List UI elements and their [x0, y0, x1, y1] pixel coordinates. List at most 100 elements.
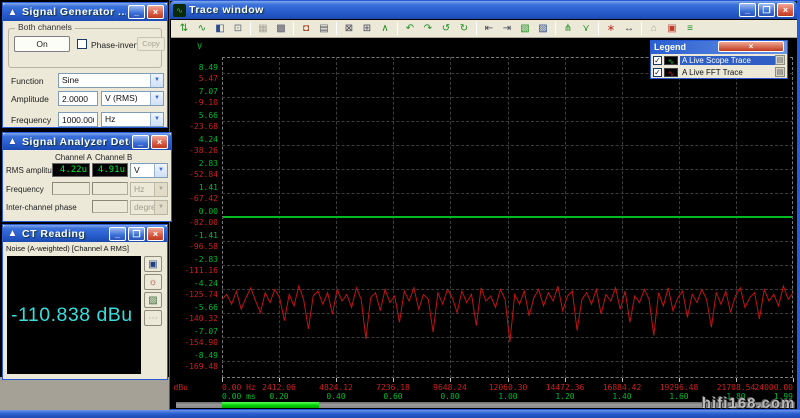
maximize-button[interactable]: ❒	[128, 227, 145, 241]
trace-options-icon[interactable]: ▤	[775, 55, 785, 65]
channel-a-header: Channel A	[55, 153, 92, 162]
legend-item-label[interactable]: A Live Scope Trace	[680, 56, 775, 65]
application-root: ∿ Trace window _ ❒ × ⇅∿◧⊡▦▩◘▤⊠⊞∧↶↷↺↻⇤⇥▧▨…	[0, 0, 800, 418]
trace-options-icon[interactable]: ▤	[775, 67, 785, 77]
x-axis-tick	[622, 378, 623, 382]
frequency-channel-b-field	[92, 182, 128, 195]
pause-button[interactable]: ⋯	[144, 310, 162, 326]
y-axis-label-v: 7.07	[176, 87, 218, 96]
ct-reading-title: CT Reading	[22, 228, 107, 240]
x-axis-label-hz: 9648.24	[418, 383, 482, 392]
frequency-field[interactable]	[58, 112, 98, 127]
phase-field	[92, 200, 128, 213]
x-axis-tick	[222, 378, 223, 382]
generator-on-button[interactable]: On	[14, 36, 70, 52]
x-axis-label-hz: 7236.18	[361, 383, 425, 392]
analyzer-frequency-label: Frequency	[6, 185, 44, 194]
progress-fill	[222, 402, 319, 408]
amplitude-field[interactable]	[58, 91, 98, 106]
copy-settings-button[interactable]: Copy >>	[137, 37, 165, 51]
x-axis-label-ms: 0.40	[304, 392, 368, 401]
legend-close-button[interactable]: ×	[718, 41, 784, 52]
legend-item-checkbox[interactable]: ✓	[653, 68, 662, 77]
y-axis-label-dbu: -140.32	[176, 314, 218, 323]
x-axis-label-hz: 4824.12	[304, 383, 368, 392]
chevron-down-icon[interactable]: ▼	[154, 164, 167, 177]
display-mode-button[interactable]: ▣	[144, 256, 162, 272]
y-axis-label-dbu: -52.84	[176, 170, 218, 179]
app-frame-bottom	[0, 410, 800, 418]
chevron-down-icon[interactable]: ▼	[150, 113, 163, 126]
minimize-button[interactable]: _	[132, 135, 149, 149]
fft-trace	[222, 57, 793, 378]
y-axis-label-v: 0.00	[176, 207, 218, 216]
legend-item-checkbox[interactable]: ✓	[653, 56, 662, 65]
frequency-unit-value: Hz	[131, 183, 154, 196]
log-notes-button[interactable]: ▨	[144, 292, 162, 308]
signal-generator-window: ▲ Signal Generator ... _ × Both channels…	[2, 2, 168, 128]
legend-item[interactable]: ✓∿A Live Scope Trace▤	[651, 54, 787, 66]
app-icon: ▲	[6, 135, 19, 148]
legend-item[interactable]: ✓∿A Live FFT Trace▤	[651, 66, 787, 78]
signal-analyzer-window: ▲ Signal Analyzer Detec... _ × Channel A…	[2, 132, 172, 222]
minimize-button[interactable]: _	[109, 227, 126, 241]
phase-invert-checkbox[interactable]	[77, 39, 87, 49]
chevron-down-icon: ▼	[154, 201, 167, 214]
close-button[interactable]: ×	[147, 227, 164, 241]
x-axis-label-hz: 24000.00	[729, 383, 793, 392]
chevron-down-icon[interactable]: ▼	[150, 74, 163, 87]
x-axis-tick	[679, 378, 680, 382]
ct-reading-window: ▲ CT Reading _ ❒ × Noise (A-weighted) [C…	[2, 224, 168, 380]
signal-generator-titlebar[interactable]: ▲ Signal Generator ... _ ×	[3, 3, 167, 21]
y-axis-label-dbu: -23.68	[176, 122, 218, 131]
x-axis-tick	[279, 378, 280, 382]
frequency-unit-select[interactable]: Hz ▼	[101, 112, 164, 127]
x-axis-label-ms: 0.80	[418, 392, 482, 401]
y-axis-label-dbu: -169.48	[176, 362, 218, 371]
legend-panel: Legend × ✓∿A Live Scope Trace▤✓∿A Live F…	[650, 40, 788, 79]
chevron-down-icon: ▼	[154, 183, 167, 196]
frequency-channel-a-field	[52, 182, 90, 195]
ct-reading-body: Noise (A-weighted) [Channel A RMS] -110.…	[3, 242, 167, 379]
ct-reading-subtitle: Noise (A-weighted) [Channel A RMS]	[3, 242, 167, 254]
y-axis-label-dbu: -38.26	[176, 146, 218, 155]
channel-b-header: Channel B	[95, 153, 132, 162]
app-icon: ▲	[6, 227, 19, 240]
both-channels-label: Both channels	[15, 22, 75, 32]
ct-reading-titlebar[interactable]: ▲ CT Reading _ ❒ ×	[3, 225, 167, 242]
chevron-down-icon[interactable]: ▼	[150, 92, 163, 105]
y-axis-label-v: 1.41	[176, 183, 218, 192]
x-axis-tick	[565, 378, 566, 382]
app-icon: ▲	[6, 6, 19, 19]
signal-analyzer-body: Channel A Channel B RMS amplitude 4.22u …	[3, 150, 171, 221]
frequency-label: Frequency	[11, 115, 51, 125]
y-axis-label-v: -5.66	[176, 303, 218, 312]
y-axis-label-dbu: -9.10	[176, 98, 218, 107]
legend-item-label[interactable]: A Live FFT Trace	[680, 68, 775, 77]
inter-channel-phase-label: Inter-channel phase	[6, 203, 77, 212]
y-axis-label-v: -8.49	[176, 351, 218, 360]
minimize-button[interactable]: _	[128, 5, 145, 19]
signal-analyzer-titlebar[interactable]: ▲ Signal Analyzer Detec... _ ×	[3, 133, 171, 150]
amplitude-unit-select[interactable]: V (RMS) ▼	[101, 91, 164, 106]
signal-analyzer-title: Signal Analyzer Detec...	[22, 136, 130, 148]
x-axis-label-hz: 14472.36	[533, 383, 597, 392]
rms-unit-select[interactable]: V ▼	[130, 163, 168, 178]
close-button[interactable]: ×	[151, 135, 168, 149]
legend-title: Legend	[654, 41, 718, 54]
x-axis-label-ms: 1.00	[476, 392, 540, 401]
y-axis-label-dbu: -96.58	[176, 242, 218, 251]
trace-color-swatch-icon: ∿	[664, 68, 678, 77]
x-axis-label-ms: 1.40	[590, 392, 654, 401]
signal-generator-title: Signal Generator ...	[22, 6, 126, 18]
function-select[interactable]: Sine ▼	[58, 73, 164, 88]
ct-side-buttons: ▣ ☼ ▨ ⋯	[144, 256, 164, 328]
watermark-text: hifi168.com	[702, 395, 796, 412]
rms-channel-b-readout: 4.91u	[92, 163, 128, 177]
rms-channel-a-readout: 4.22u	[52, 163, 90, 177]
legend-titlebar[interactable]: Legend ×	[651, 41, 787, 54]
close-button[interactable]: ×	[147, 5, 164, 19]
settings-button[interactable]: ☼	[144, 274, 162, 290]
x-axis-label-hz: 19296.48	[647, 383, 711, 392]
phase-invert-label: Phase-invert	[91, 40, 139, 50]
